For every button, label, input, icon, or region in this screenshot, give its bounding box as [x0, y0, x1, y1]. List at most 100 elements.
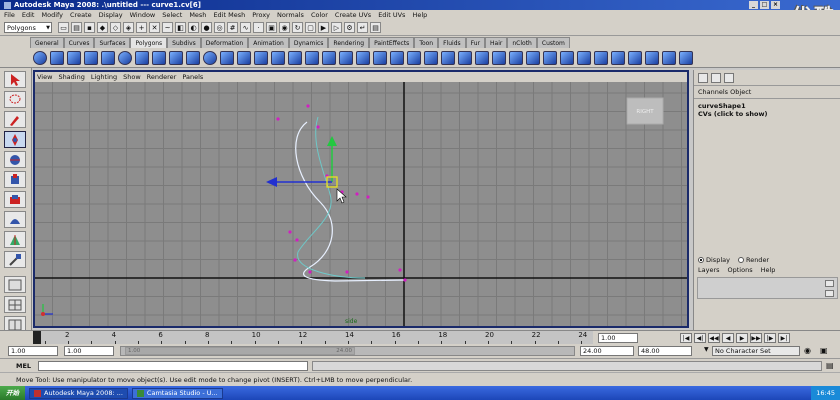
- new-layer-icon[interactable]: [825, 280, 834, 287]
- maximize-button[interactable]: □: [760, 1, 769, 9]
- pick-handles-icon[interactable]: +: [136, 22, 147, 33]
- move-tool[interactable]: [4, 131, 26, 148]
- separate-icon[interactable]: [237, 50, 251, 65]
- insert-edge-loop-icon[interactable]: [407, 50, 421, 65]
- poly-cube-icon[interactable]: [50, 50, 64, 65]
- menu-layers[interactable]: Layers: [698, 266, 720, 274]
- menu-channels[interactable]: Channels: [698, 88, 728, 96]
- paint-icon[interactable]: [679, 50, 693, 65]
- menu-edit-uvs[interactable]: Edit UVs: [378, 11, 405, 19]
- start-button[interactable]: 开始: [0, 386, 25, 400]
- four-view-layout[interactable]: [4, 296, 26, 313]
- lasso-tool[interactable]: [4, 91, 26, 108]
- mirror-icon[interactable]: [305, 50, 319, 65]
- checker-icon[interactable]: [662, 50, 676, 65]
- panel-menu-panels[interactable]: Panels: [182, 72, 203, 82]
- snap-point-icon[interactable]: ·: [253, 22, 264, 33]
- menu-modify[interactable]: Modify: [41, 11, 63, 19]
- pick-rendering-icon[interactable]: ◎: [214, 22, 225, 33]
- menu-options[interactable]: Options: [728, 266, 753, 274]
- tab-curves[interactable]: Curves: [63, 37, 95, 48]
- quadrangulate-icon[interactable]: [509, 50, 523, 65]
- minimize-button[interactable]: _: [749, 1, 758, 9]
- range-slider-handle[interactable]: 1.00 24.00: [125, 347, 355, 355]
- planar-mapping-icon[interactable]: [526, 50, 540, 65]
- delete-edge-icon[interactable]: [458, 50, 472, 65]
- soften-edge-icon[interactable]: [611, 50, 625, 65]
- menu-edit-mesh[interactable]: Edit Mesh: [213, 11, 245, 19]
- snap-curve-icon[interactable]: ∿: [240, 22, 251, 33]
- render-view-icon[interactable]: ▢: [305, 22, 316, 33]
- play-back-icon[interactable]: ◀: [722, 333, 734, 343]
- tab-general[interactable]: General: [30, 37, 64, 48]
- step-forward-icon[interactable]: |▶: [764, 333, 776, 343]
- close-button[interactable]: ×: [771, 1, 780, 9]
- taskbar-item-camtasia[interactable]: Camtasia Studio - U...: [131, 387, 223, 399]
- tab-toon[interactable]: Toon: [414, 37, 439, 48]
- make-live-icon[interactable]: ◉: [279, 22, 290, 33]
- menu-mesh[interactable]: Mesh: [189, 11, 206, 19]
- current-frame-field[interactable]: 1.00: [598, 333, 638, 343]
- poly-plane-icon[interactable]: [101, 50, 115, 65]
- node-name[interactable]: curveShape1: [698, 102, 836, 110]
- menu-help[interactable]: Help: [412, 11, 427, 19]
- tab-deformation[interactable]: Deformation: [200, 37, 249, 48]
- tab-painteffects[interactable]: PaintEffects: [369, 37, 415, 48]
- save-scene-icon[interactable]: ▪: [84, 22, 95, 33]
- collapse-icon[interactable]: [475, 50, 489, 65]
- select-component-icon[interactable]: ◈: [123, 22, 134, 33]
- display-radio[interactable]: Display: [698, 256, 730, 264]
- tab-polygons[interactable]: Polygons: [130, 37, 168, 48]
- pick-joints-icon[interactable]: ✕: [149, 22, 160, 33]
- current-time-marker[interactable]: [33, 331, 41, 345]
- step-forward-key-icon[interactable]: ▶▶: [750, 333, 762, 343]
- go-to-end-icon[interactable]: ▶|: [778, 333, 790, 343]
- time-slider[interactable]: 2 4 6 8 10 12 14 16 18 20 22 24 1.00 |◀ ◀| ◀◀ ◀ ▶ ▶…: [0, 330, 840, 345]
- move-manipulator[interactable]: [266, 136, 338, 188]
- character-set-select[interactable]: No Character Set: [712, 346, 800, 356]
- panel-menu-view[interactable]: View: [37, 72, 52, 82]
- uv-editor-icon[interactable]: [594, 50, 608, 65]
- booleans-icon[interactable]: [288, 50, 302, 65]
- script-editor-icon[interactable]: ▤: [826, 361, 834, 370]
- poly-pipe-icon[interactable]: [169, 50, 183, 65]
- harden-edge-icon[interactable]: [628, 50, 642, 65]
- cylindrical-mapping-icon[interactable]: [543, 50, 557, 65]
- paint-select-tool[interactable]: [4, 111, 26, 128]
- tab-fur[interactable]: Fur: [465, 37, 486, 48]
- tab-custom[interactable]: Custom: [536, 37, 570, 48]
- show-channel-box-icon[interactable]: [698, 72, 708, 83]
- show-both-icon[interactable]: [724, 72, 734, 83]
- menu-window[interactable]: Window: [130, 11, 156, 19]
- panel-menu-show[interactable]: Show: [123, 72, 141, 82]
- rotate-tool[interactable]: [4, 151, 26, 168]
- select-object-icon[interactable]: ◇: [110, 22, 121, 33]
- animation-start-field[interactable]: 1.00: [8, 346, 58, 356]
- viewport-canvas[interactable]: side RIGHT: [35, 82, 687, 326]
- merge-icon[interactable]: [441, 50, 455, 65]
- pick-surfaces-icon[interactable]: ◧: [175, 22, 186, 33]
- animation-prefs-icon[interactable]: ▣: [820, 346, 828, 355]
- triangulate-icon[interactable]: [492, 50, 506, 65]
- poly-cylinder-icon[interactable]: [67, 50, 81, 65]
- bevel-icon[interactable]: [424, 50, 438, 65]
- poly-torus-icon[interactable]: [118, 50, 132, 65]
- play-forward-icon[interactable]: ▶: [736, 333, 748, 343]
- poly-prism-icon[interactable]: [135, 50, 149, 65]
- step-back-key-icon[interactable]: ◀◀: [708, 333, 720, 343]
- snap-view-plane-icon[interactable]: ▣: [266, 22, 277, 33]
- nurbs-curve[interactable]: [295, 121, 406, 282]
- pick-deformations-icon[interactable]: ◐: [188, 22, 199, 33]
- select-tool[interactable]: [4, 71, 26, 88]
- taskbar-item-maya[interactable]: Autodesk Maya 2008: ...: [29, 387, 128, 399]
- mel-input[interactable]: [38, 361, 308, 371]
- smooth-icon[interactable]: [254, 50, 268, 65]
- tab-rendering[interactable]: Rendering: [328, 37, 370, 48]
- menu-create-uvs[interactable]: Create UVs: [335, 11, 371, 19]
- character-set-arrow-icon[interactable]: ▼: [704, 346, 709, 353]
- last-tool-used[interactable]: [4, 251, 26, 268]
- menu-normals[interactable]: Normals: [277, 11, 304, 19]
- side-view-panel[interactable]: View Shading Lighting Show Renderer Pane…: [33, 70, 689, 328]
- show-layer-editor-icon[interactable]: [711, 72, 721, 83]
- auto-key-icon[interactable]: ◉: [804, 346, 811, 355]
